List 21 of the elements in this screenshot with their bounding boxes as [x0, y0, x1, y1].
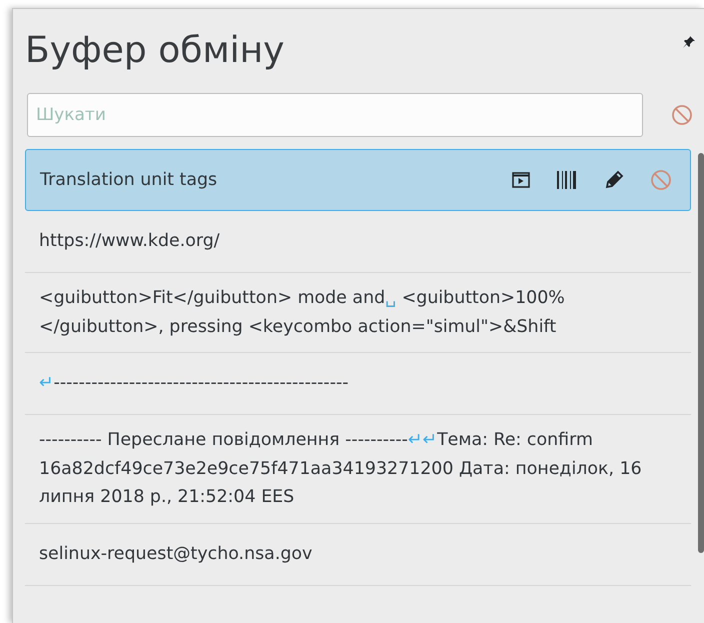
item-text: https://www.kde.org/	[39, 230, 221, 254]
item-text: ↵-----------------------------------------------	[39, 372, 350, 396]
item-text: selinux-request@tycho.nsa.gov	[39, 542, 314, 566]
clipboard-item[interactable]: selinux-request@tycho.nsa.gov	[25, 524, 691, 586]
play-window-icon	[512, 172, 530, 188]
item-text: Translation unit tags	[40, 168, 218, 192]
clipboard-item[interactable]: https://www.kde.org/	[25, 211, 691, 273]
item-text: <guibutton>Fit</guibutton> mode and␣ <guibutton>100%</guibutton>, pressing <keycombo action="simul">&Shift	[39, 287, 566, 338]
pin-icon[interactable]	[682, 35, 696, 49]
clipboard-item[interactable]: ↵-----------------------------------------------	[25, 353, 691, 415]
clipboard-item[interactable]: Translation unit tags	[25, 149, 691, 211]
pencil-icon	[604, 170, 624, 190]
search-field[interactable]: Шукати	[27, 93, 643, 137]
item-text: ---------- Переслане повідомлення ----------↵↵Тема: Re: confirm 16a82dcf49ce73e2e9ce75f471aa34193271200 Дата: понеділок, 16 липня 2018 р., 21:52:04 EES	[39, 429, 643, 509]
block-icon	[650, 169, 672, 191]
window-title: Буфер обміну	[25, 29, 284, 73]
scrollbar[interactable]	[698, 153, 704, 553]
barcode-icon	[556, 170, 578, 190]
clipboard-item[interactable]: <guibutton>Fit</guibutton> mode and␣ <guibutton>100%</guibutton>, pressing <keycombo action="simul">&Shift	[25, 273, 691, 353]
block-icon	[671, 104, 693, 126]
clipboard-item[interactable]: ---------- Переслане повідомлення ----------↵↵Тема: Re: confirm 16a82dcf49ce73e2e9ce75f471aa34193271200 Дата: понеділок, 16 липня 2018 р., 21:52:04 EES	[25, 415, 691, 524]
